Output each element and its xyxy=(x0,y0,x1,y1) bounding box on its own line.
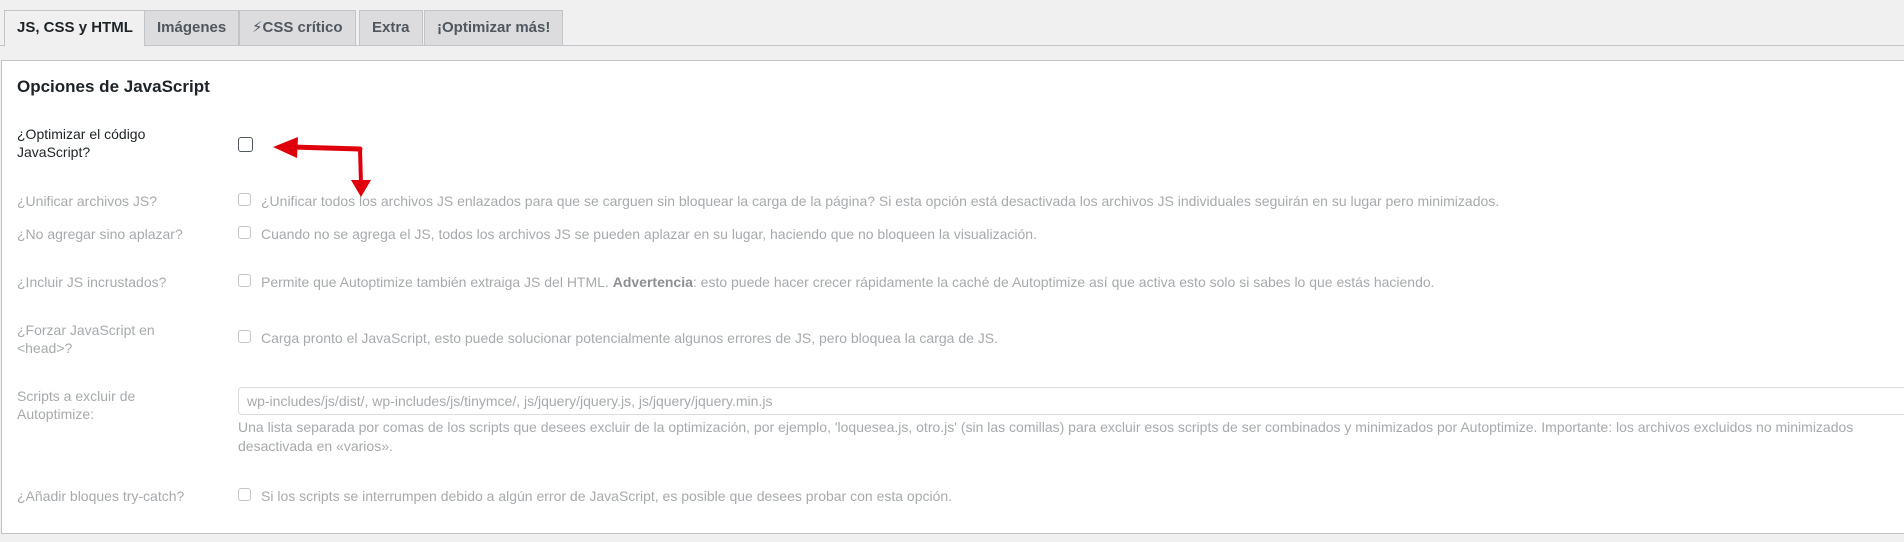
left-arrow-icon xyxy=(273,137,363,158)
down-arrow-icon xyxy=(351,147,371,197)
annotation-arrows xyxy=(273,137,371,197)
